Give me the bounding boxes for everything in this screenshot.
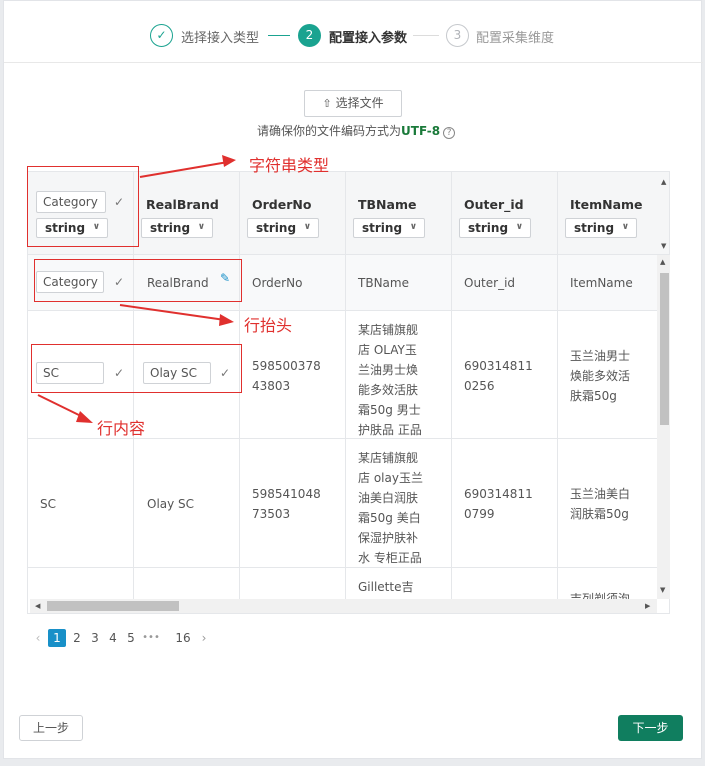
annotation-arrow-content (37, 394, 86, 419)
annotation-arrowhead (222, 155, 236, 167)
annotation-arrow-type (139, 161, 229, 178)
annotation-arrowhead (219, 314, 234, 326)
annotation-arrowhead (76, 411, 93, 423)
annotation-arrow-header (119, 304, 226, 321)
annotation-arrows (37, 155, 236, 423)
